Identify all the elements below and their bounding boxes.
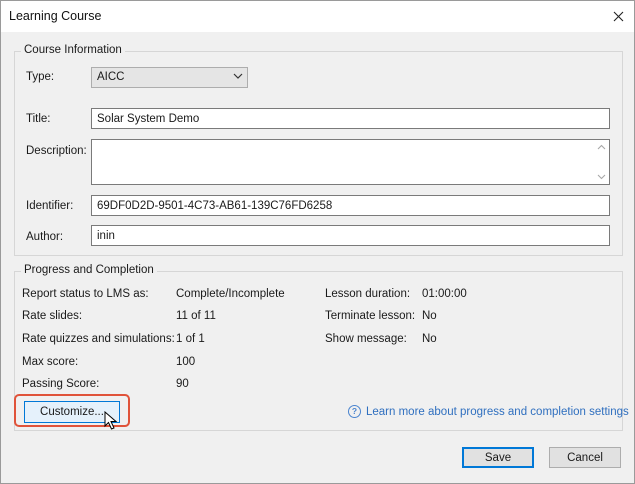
report-status-label: Report status to LMS as: [22, 288, 149, 300]
close-icon [613, 11, 623, 21]
author-input[interactable] [91, 225, 610, 246]
terminate-lesson-value: No [422, 310, 437, 322]
type-label: Type: [26, 71, 55, 83]
description-textarea[interactable] [91, 139, 610, 185]
title-input[interactable] [91, 108, 610, 129]
chevron-down-icon [233, 73, 243, 79]
description-label: Description: [26, 145, 87, 157]
cancel-button[interactable]: Cancel [549, 447, 621, 468]
passing-score-value: 90 [176, 378, 189, 390]
scroll-down-icon[interactable] [597, 174, 606, 180]
passing-score-label: Passing Score: [22, 378, 100, 390]
description-container [91, 139, 610, 185]
show-message-label: Show message: [325, 333, 407, 345]
learn-more-text[interactable]: Learn more about progress and completion… [366, 406, 629, 418]
course-information-legend: Course Information [21, 44, 125, 56]
description-scrollbar[interactable] [594, 140, 609, 184]
max-score-value: 100 [176, 356, 196, 368]
show-message-value: No [422, 333, 437, 345]
help-icon: ? [348, 405, 361, 418]
rate-quizzes-label: Rate quizzes and simulations: [22, 333, 175, 345]
max-score-label: Max score: [22, 356, 79, 368]
rate-slides-value: 11 of 11 [176, 310, 216, 322]
learn-more-link[interactable]: ? Learn more about progress and completi… [348, 405, 629, 418]
type-select-value: AICC [97, 71, 125, 83]
save-button[interactable]: Save [462, 447, 534, 468]
identifier-input[interactable] [91, 195, 610, 216]
dialog-title: Learning Course [9, 9, 102, 23]
type-select[interactable]: AICC [91, 67, 248, 88]
author-label: Author: [26, 231, 64, 243]
identifier-label: Identifier: [26, 200, 74, 212]
scroll-up-icon[interactable] [597, 144, 606, 150]
rate-slides-label: Rate slides: [22, 310, 83, 322]
progress-completion-legend: Progress and Completion [21, 264, 157, 276]
terminate-lesson-label: Terminate lesson: [325, 310, 416, 322]
mouse-cursor-icon [104, 411, 118, 430]
title-bar: Learning Course [1, 1, 634, 32]
close-button[interactable] [606, 5, 630, 27]
lesson-duration-value: 01:00:00 [422, 288, 467, 300]
rate-quizzes-value: 1 of 1 [176, 333, 205, 345]
learning-course-dialog: Learning Course Course Information Type:… [0, 0, 635, 484]
lesson-duration-label: Lesson duration: [325, 288, 411, 300]
title-label: Title: [26, 113, 51, 125]
report-status-value: Complete/Incomplete [176, 288, 285, 300]
